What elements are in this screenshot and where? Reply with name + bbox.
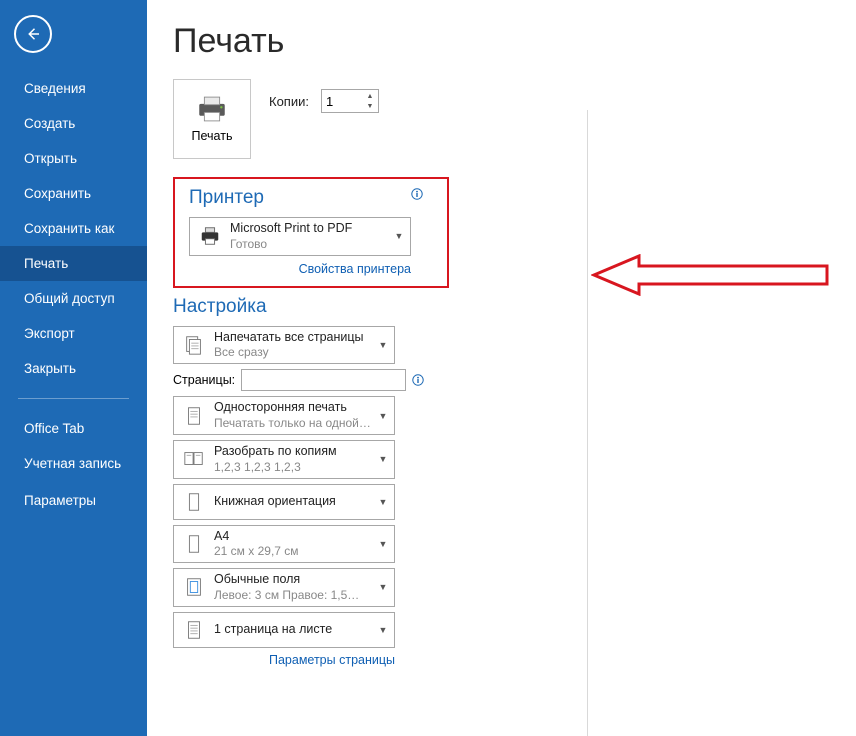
print-scope-title: Напечатать все страницы [214,330,376,346]
nav-item-share[interactable]: Общий доступ [0,281,147,316]
nav-item-account[interactable]: Учетная запись [0,446,147,483]
backstage-sidebar: Сведения Создать Открыть Сохранить Сохра… [0,0,147,736]
printer-section-highlight: Принтер Microsoft Print to PDF Готово ▼ … [173,177,449,288]
nav-separator [18,398,129,399]
printer-status: Готово [230,237,392,252]
chevron-down-icon: ▼ [376,582,390,592]
nav-item-print[interactable]: Печать [0,246,147,281]
duplex-title: Односторонняя печать [214,400,376,416]
nav-item-export[interactable]: Экспорт [0,316,147,351]
paper-title: A4 [214,529,376,545]
pages-input[interactable] [241,369,406,391]
printer-info-icon[interactable] [411,187,423,199]
nav-item-new[interactable]: Создать [0,106,147,141]
paper-sub: 21 см x 29,7 см [214,544,376,559]
chevron-down-icon: ▼ [376,340,390,350]
page-setup-link[interactable]: Параметры страницы [173,653,395,667]
paper-size-icon [178,530,210,558]
copies-up[interactable]: ▲ [363,91,377,101]
collate-dropdown[interactable]: Разобрать по копиям 1,2,3 1,2,3 1,2,3 ▼ [173,440,395,479]
copies-input[interactable] [322,94,366,109]
back-button[interactable] [14,15,52,53]
print-scope-sub: Все сразу [214,345,376,360]
pages-stack-icon [178,331,210,359]
printer-device-icon [194,222,226,250]
chevron-down-icon: ▼ [376,497,390,507]
chevron-down-icon: ▼ [376,539,390,549]
printer-icon [195,95,229,123]
nav-item-options[interactable]: Параметры [0,483,147,518]
margins-dropdown[interactable]: Обычные поля Левое: 3 см Правое: 1,5… ▼ [173,568,395,607]
paper-size-dropdown[interactable]: A4 21 см x 29,7 см ▼ [173,525,395,564]
nav-item-info[interactable]: Сведения [0,71,147,106]
collate-icon [178,445,210,473]
pages-per-sheet-dropdown[interactable]: 1 страница на листе ▼ [173,612,395,648]
chevron-down-icon: ▼ [376,454,390,464]
vertical-separator [587,110,588,736]
nav-item-open[interactable]: Открыть [0,141,147,176]
print-button[interactable]: Печать [173,79,251,159]
nav-item-save-as[interactable]: Сохранить как [0,211,147,246]
chevron-down-icon: ▼ [376,411,390,421]
print-scope-dropdown[interactable]: Напечатать все страницы Все сразу ▼ [173,326,395,365]
portrait-orientation-icon [178,488,210,516]
nav-item-office-tab[interactable]: Office Tab [0,411,147,446]
page-title: Печать [173,22,856,61]
annotation-arrow-icon [591,254,831,296]
nav-list: Сведения Создать Открыть Сохранить Сохра… [0,71,147,518]
chevron-down-icon: ▼ [392,231,406,241]
printer-properties-link[interactable]: Свойства принтера [189,262,411,276]
margins-icon [178,573,210,601]
nav-item-save[interactable]: Сохранить [0,176,147,211]
copies-spinbox[interactable]: ▲ ▼ [321,89,379,113]
settings-section: Настройка Напечатать все страницы Все ср… [173,296,423,667]
margins-title: Обычные поля [214,572,376,588]
printer-name: Microsoft Print to PDF [230,221,392,237]
settings-section-title: Настройка [173,296,423,318]
nav-item-close[interactable]: Закрыть [0,351,147,386]
duplex-dropdown[interactable]: Односторонняя печать Печатать только на … [173,396,395,435]
chevron-down-icon: ▼ [376,625,390,635]
orientation-dropdown[interactable]: Книжная ориентация ▼ [173,484,395,520]
collate-title: Разобрать по копиям [214,444,376,460]
main-panel: Печать Печать Копии: ▲ ▼ [147,0,856,736]
pages-label: Страницы: [173,373,235,387]
copies-down[interactable]: ▼ [363,101,377,111]
printer-dropdown[interactable]: Microsoft Print to PDF Готово ▼ [189,217,411,256]
pages-info-icon[interactable] [412,374,424,386]
margins-sub: Левое: 3 см Правое: 1,5… [214,588,376,603]
duplex-sub: Печатать только на одной… [214,416,376,431]
arrow-left-icon [24,25,42,43]
print-button-label: Печать [192,129,233,143]
per-sheet-title: 1 страница на листе [214,622,376,638]
page-per-sheet-icon [178,616,210,644]
collate-sub: 1,2,3 1,2,3 1,2,3 [214,460,376,475]
orientation-title: Книжная ориентация [214,494,376,510]
printer-section-title: Принтер [189,187,433,209]
copies-label: Копии: [269,94,309,109]
single-sided-icon [178,402,210,430]
